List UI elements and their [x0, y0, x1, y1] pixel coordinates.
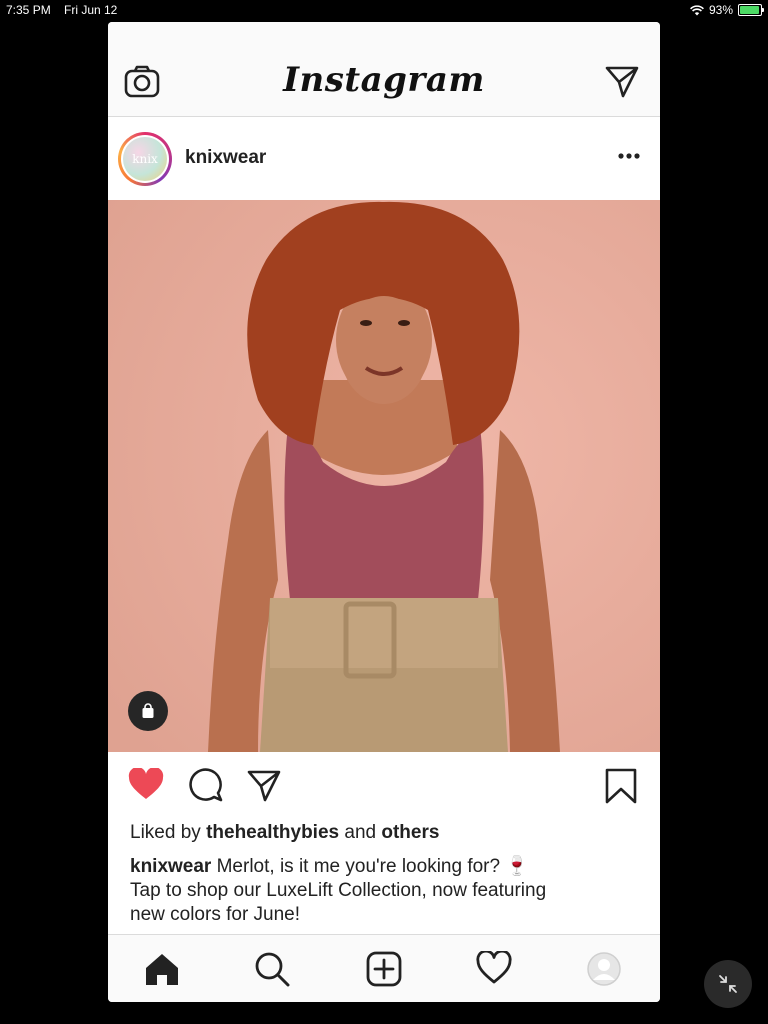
- instagram-logo: Instagram: [283, 60, 485, 100]
- avatar-logo: knix: [123, 137, 167, 181]
- collapse-arrows-icon: [719, 975, 737, 993]
- share-icon[interactable]: [246, 768, 282, 802]
- battery-icon: [738, 4, 764, 16]
- avatar[interactable]: knix: [118, 132, 172, 186]
- wifi-icon: [690, 4, 704, 15]
- post-actions: [108, 752, 660, 822]
- status-bar: 7:35 PM Fri Jun 12 93%: [0, 0, 768, 20]
- post-photo-illustration: [108, 200, 660, 752]
- minimize-button[interactable]: [704, 960, 752, 1008]
- caption-line3: new colors for June!: [130, 904, 301, 925]
- bookmark-icon[interactable]: [604, 768, 638, 804]
- likes-line: Liked by thehealthybies and others: [130, 822, 439, 844]
- battery-percent: 93%: [708, 3, 733, 17]
- shopping-bag-icon[interactable]: [128, 691, 168, 731]
- liked-and: and: [344, 822, 377, 843]
- heart-filled-icon[interactable]: [128, 768, 164, 800]
- comment-icon[interactable]: [188, 768, 224, 802]
- bottom-tab-bar: [108, 934, 660, 1002]
- home-icon[interactable]: [144, 951, 180, 987]
- liked-others[interactable]: others: [381, 822, 439, 843]
- search-icon[interactable]: [254, 951, 290, 987]
- status-date: Fri Jun 12: [64, 3, 118, 17]
- post-caption: knixwear Merlot, is it me you're looking…: [130, 855, 630, 927]
- activity-heart-icon[interactable]: [476, 951, 512, 985]
- post-header: knix knixwear: [108, 117, 660, 200]
- profile-icon[interactable]: [586, 951, 622, 987]
- post-username[interactable]: knixwear: [185, 147, 266, 169]
- add-post-icon[interactable]: [366, 951, 402, 987]
- app-header: Instagram: [108, 22, 660, 117]
- status-right: 93%: [690, 3, 764, 17]
- caption-line2: Tap to shop our LuxeLift Collection, now…: [130, 880, 547, 901]
- caption-line1: Merlot, is it me you're looking for? 🍷: [216, 856, 530, 877]
- instagram-window: Instagram knix knixwear Liked by theheal…: [108, 22, 660, 1002]
- status-time: 7:35 PM: [6, 3, 51, 17]
- post-photo[interactable]: [108, 200, 660, 752]
- paper-plane-icon[interactable]: [604, 64, 640, 98]
- more-horizontal-icon[interactable]: [618, 153, 640, 159]
- caption-username[interactable]: knixwear: [130, 856, 211, 877]
- liked-prefix: Liked by: [130, 822, 201, 843]
- liked-user[interactable]: thehealthybies: [206, 822, 339, 843]
